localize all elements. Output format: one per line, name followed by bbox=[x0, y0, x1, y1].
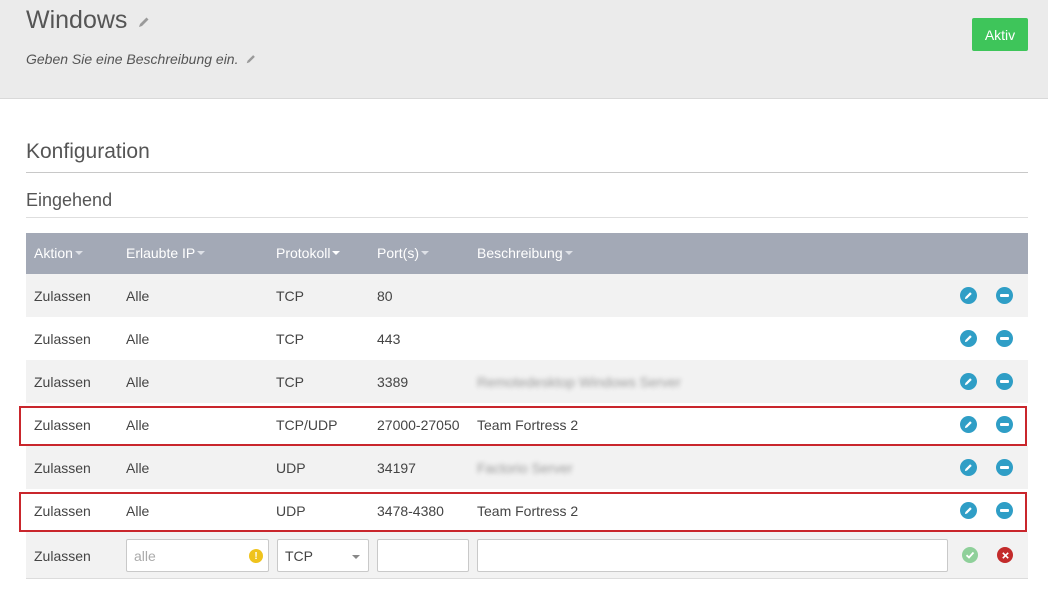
cell-ports: 34197 bbox=[377, 460, 416, 476]
subsection-title: Eingehend bbox=[26, 190, 113, 210]
cell-protocol: TCP bbox=[276, 331, 304, 347]
sort-caret-icon bbox=[564, 251, 573, 255]
column-header-ip[interactable]: Erlaubte IP bbox=[126, 245, 206, 261]
sort-caret-icon bbox=[74, 251, 83, 255]
table-row: Zulassen Alle UDP 34197 Factorio Server bbox=[26, 446, 1028, 489]
status-active-button[interactable]: Aktiv bbox=[972, 18, 1028, 51]
cell-ports: 3478-4380 bbox=[377, 503, 444, 519]
delete-rule-minus-icon[interactable] bbox=[996, 416, 1013, 433]
edit-rule-pencil-icon[interactable] bbox=[960, 330, 977, 347]
cell-description: Team Fortress 2 bbox=[477, 503, 579, 519]
delete-rule-minus-icon[interactable] bbox=[996, 459, 1013, 476]
cancel-x-icon[interactable] bbox=[997, 547, 1013, 563]
new-rule-action: Zulassen bbox=[34, 548, 91, 564]
cell-action: Zulassen bbox=[34, 460, 91, 476]
edit-rule-pencil-icon[interactable] bbox=[960, 502, 977, 519]
delete-rule-minus-icon[interactable] bbox=[996, 373, 1013, 390]
sort-caret-icon bbox=[421, 251, 429, 255]
cell-description: Team Fortress 2 bbox=[477, 417, 579, 433]
edit-rule-pencil-icon[interactable] bbox=[960, 459, 977, 476]
delete-rule-minus-icon[interactable] bbox=[996, 502, 1013, 519]
cell-protocol: TCP bbox=[276, 374, 304, 390]
column-header-action[interactable]: Aktion bbox=[34, 245, 83, 261]
edit-description-pencil-icon[interactable] bbox=[245, 52, 257, 68]
table-header: Aktion Erlaubte IP Protokoll Port(s) Bes… bbox=[26, 233, 1028, 274]
ruleset-description[interactable]: Geben Sie eine Beschreibung ein. bbox=[26, 51, 257, 68]
edit-rule-pencil-icon[interactable] bbox=[960, 416, 977, 433]
ip-input-placeholder: alle bbox=[134, 547, 156, 564]
warning-icon: ! bbox=[249, 549, 263, 563]
cell-action: Zulassen bbox=[34, 288, 91, 304]
cell-ports: 3389 bbox=[377, 374, 409, 390]
new-rule-ip-input[interactable]: alle ! bbox=[126, 539, 269, 572]
section-title: Konfiguration bbox=[26, 140, 150, 163]
protocol-select-value: TCP bbox=[285, 547, 313, 564]
cell-protocol: UDP bbox=[276, 460, 306, 476]
delete-rule-minus-icon[interactable] bbox=[996, 330, 1013, 347]
chevron-down-icon bbox=[352, 555, 360, 559]
table-row: Zulassen Alle TCP/UDP 27000-27050 Team F… bbox=[26, 403, 1028, 446]
new-rule-protocol-select[interactable]: TCP bbox=[277, 539, 369, 572]
cell-ports: 27000-27050 bbox=[377, 417, 460, 433]
cell-ports: 80 bbox=[377, 288, 393, 304]
cell-action: Zulassen bbox=[34, 374, 91, 390]
sort-caret-icon bbox=[332, 251, 341, 255]
cell-ip: Alle bbox=[126, 503, 150, 519]
ruleset-title-text: Windows bbox=[26, 6, 128, 34]
cell-ip: Alle bbox=[126, 417, 150, 433]
column-header-protocol[interactable]: Protokoll bbox=[276, 245, 341, 261]
table-row: Zulassen Alle TCP 443 bbox=[26, 317, 1028, 360]
table-row: Zulassen Alle TCP 3389 Remotedesktop Win… bbox=[26, 360, 1028, 403]
edit-rule-pencil-icon[interactable] bbox=[960, 287, 977, 304]
column-header-ports[interactable]: Port(s) bbox=[377, 245, 429, 261]
cell-description: Remotedesktop Windows Server bbox=[477, 374, 681, 390]
cell-ip: Alle bbox=[126, 460, 150, 476]
table-row: Zulassen Alle UDP 3478-4380 Team Fortres… bbox=[26, 489, 1028, 532]
cell-ports: 443 bbox=[377, 331, 401, 347]
new-rule-description-input[interactable] bbox=[477, 539, 948, 572]
new-rule-row: Zulassen alle ! TCP bbox=[26, 532, 1028, 579]
subsection-divider bbox=[26, 217, 1028, 218]
cell-protocol: TCP bbox=[276, 288, 304, 304]
cell-description: Factorio Server bbox=[477, 460, 573, 476]
cell-action: Zulassen bbox=[34, 503, 91, 519]
cell-ip: Alle bbox=[126, 331, 150, 347]
cell-action: Zulassen bbox=[34, 417, 91, 433]
edit-rule-pencil-icon[interactable] bbox=[960, 373, 977, 390]
table-row: Zulassen Alle TCP 80 bbox=[26, 274, 1028, 317]
confirm-check-icon[interactable] bbox=[962, 547, 978, 563]
cell-ip: Alle bbox=[126, 374, 150, 390]
cell-protocol: UDP bbox=[276, 503, 306, 519]
ruleset-description-text: Geben Sie eine Beschreibung ein. bbox=[26, 51, 239, 67]
edit-title-pencil-icon[interactable] bbox=[137, 7, 151, 36]
new-rule-ports-input[interactable] bbox=[377, 539, 469, 572]
cell-ip: Alle bbox=[126, 288, 150, 304]
section-divider bbox=[26, 172, 1028, 173]
ruleset-title[interactable]: Windows bbox=[26, 6, 151, 36]
sort-caret-icon bbox=[197, 251, 206, 255]
column-header-description[interactable]: Beschreibung bbox=[477, 245, 573, 261]
delete-rule-minus-icon[interactable] bbox=[996, 287, 1013, 304]
cell-action: Zulassen bbox=[34, 331, 91, 347]
rule-header: Windows Geben Sie eine Beschreibung ein.… bbox=[0, 0, 1048, 99]
cell-protocol: TCP/UDP bbox=[276, 417, 338, 433]
firewall-rules-table: Aktion Erlaubte IP Protokoll Port(s) Bes… bbox=[26, 233, 1028, 579]
